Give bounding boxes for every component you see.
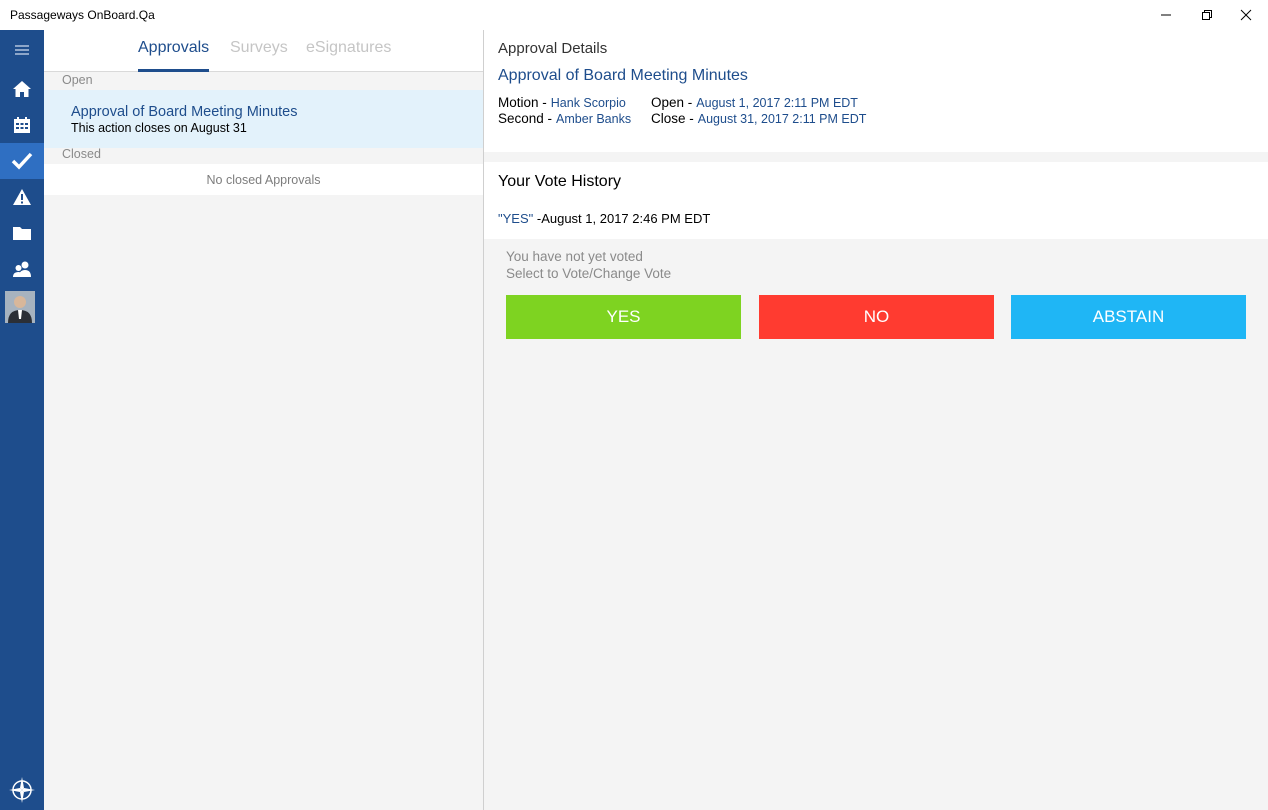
vote-history-entry: "YES" -August 1, 2017 2:46 PM EDT [498, 211, 710, 226]
compass-logo-icon [9, 777, 35, 803]
open-date-label: Open - [651, 95, 693, 110]
home-icon [13, 81, 31, 97]
sidebar-item-alerts[interactable] [0, 179, 44, 215]
details-header: Approval Details [498, 40, 608, 57]
closed-empty-box: No closed Approvals [44, 164, 483, 195]
closed-section-label: Closed [62, 147, 101, 161]
close-date-value: August 31, 2017 2:11 PM EDT [697, 112, 867, 126]
tab-bar: Approvals Surveys eSignatures [44, 30, 483, 72]
user-photo [5, 291, 35, 323]
warning-icon [13, 189, 31, 205]
motion-row: Motion - Hank Scorpio [498, 95, 626, 110]
hamburger-menu-icon [15, 45, 29, 55]
hamburger-menu-button[interactable] [0, 32, 44, 68]
restore-button[interactable] [1185, 0, 1229, 30]
vote-no-button[interactable]: NO [759, 295, 994, 339]
vote-timestamp: -August 1, 2017 2:46 PM EDT [533, 211, 711, 226]
second-row: Second - Amber Banks [498, 111, 631, 126]
close-date-row: Close - August 31, 2017 2:11 PM EDT [651, 111, 866, 126]
second-label: Second - [498, 111, 553, 126]
vote-prompt-text: Select to Vote/Change Vote [506, 266, 672, 281]
logo-button[interactable] [0, 772, 44, 808]
folder-icon [13, 227, 31, 240]
sidebar [0, 30, 44, 810]
people-icon [13, 261, 31, 277]
open-section-label: Open [62, 73, 93, 87]
list-item[interactable]: Approval of Board Meeting Minutes This a… [44, 90, 483, 148]
open-date-row: Open - August 1, 2017 2:11 PM EDT [651, 95, 858, 110]
list-item-subtitle: This action closes on August 31 [71, 121, 247, 135]
sidebar-item-calendar[interactable] [0, 107, 44, 143]
close-button[interactable] [1224, 0, 1268, 30]
close-icon [1240, 9, 1252, 21]
sidebar-item-people[interactable] [0, 251, 44, 287]
close-date-label: Close - [651, 111, 694, 126]
sidebar-item-approvals[interactable] [0, 143, 44, 179]
vote-status-text: You have not yet voted [506, 249, 643, 264]
list-item-title: Approval of Board Meeting Minutes [71, 104, 298, 120]
window-title: Passageways OnBoard.Qa [10, 8, 155, 22]
vote-history-header: Your Vote History [498, 173, 622, 190]
approval-detail-panel: Approval Details Approval of Board Meeti… [484, 30, 1268, 810]
approval-details-card: Approval Details Approval of Board Meeti… [484, 30, 1268, 152]
second-value: Amber Banks [556, 112, 632, 126]
vote-value: "YES" [498, 211, 534, 226]
approval-title: Approval of Board Meeting Minutes [498, 67, 748, 84]
tab-surveys[interactable]: Surveys [230, 39, 288, 72]
sidebar-item-documents[interactable] [0, 215, 44, 251]
sidebar-item-home[interactable] [0, 71, 44, 107]
title-bar: Passageways OnBoard.Qa [0, 0, 1268, 30]
motion-value: Hank Scorpio [550, 96, 626, 110]
closed-empty-text: No closed Approvals [206, 173, 321, 187]
minimize-icon [1161, 14, 1171, 16]
minimize-button[interactable] [1144, 0, 1188, 30]
vote-yes-button[interactable]: YES [506, 295, 741, 339]
checkmark-icon [11, 152, 33, 170]
avatar[interactable] [5, 291, 35, 323]
calendar-icon [14, 117, 30, 133]
tab-approvals[interactable]: Approvals [138, 39, 210, 72]
tab-esignatures[interactable]: eSignatures [306, 39, 391, 72]
vote-history-card: Your Vote History "YES" -August 1, 2017 … [484, 162, 1268, 239]
motion-label: Motion - [498, 95, 547, 110]
open-date-value: August 1, 2017 2:11 PM EDT [696, 96, 858, 110]
restore-icon [1202, 10, 1212, 20]
vote-abstain-button[interactable]: ABSTAIN [1011, 295, 1246, 339]
approvals-list-panel: Approvals Surveys eSignatures Open Appro… [44, 30, 483, 810]
